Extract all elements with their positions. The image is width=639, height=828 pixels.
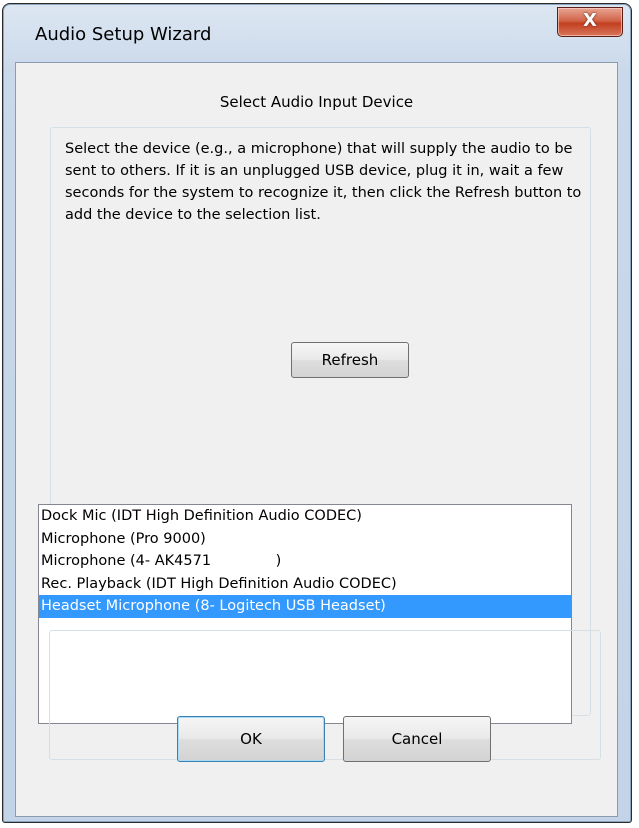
page-title: Select Audio Input Device: [219, 93, 414, 111]
close-button[interactable]: X: [557, 7, 623, 37]
ok-button[interactable]: OK: [177, 716, 325, 762]
list-item[interactable]: Rec. Playback (IDT High Definition Audio…: [39, 573, 571, 596]
list-item[interactable]: Dock Mic (IDT High Definition Audio CODE…: [39, 505, 571, 528]
list-item-selected[interactable]: Headset Microphone (8- Logitech USB Head…: [39, 595, 571, 618]
instructions-text: Select the device (e.g., a microphone) t…: [65, 141, 582, 223]
close-icon: X: [583, 10, 597, 31]
dialog-window: Audio Setup Wizard X Select Audio Input …: [2, 3, 632, 823]
device-group: Select the device (e.g., a microphone) t…: [38, 127, 591, 724]
cancel-button[interactable]: Cancel: [343, 716, 491, 762]
title-bar[interactable]: Audio Setup Wizard X: [3, 4, 631, 62]
refresh-button[interactable]: Refresh: [291, 342, 409, 378]
window-title: Audio Setup Wizard: [35, 24, 212, 45]
list-item[interactable]: Microphone (4- AK4571 ): [39, 550, 571, 573]
button-panel: [49, 630, 601, 760]
list-item[interactable]: Microphone (Pro 9000): [39, 528, 571, 551]
